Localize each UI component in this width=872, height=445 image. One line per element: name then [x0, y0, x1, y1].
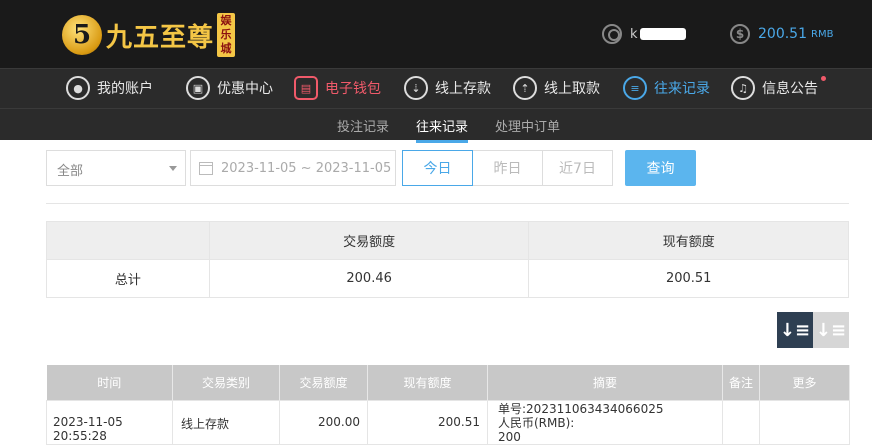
date-range-input[interactable]: 2023-11-05 ~ 2023-11-05	[190, 150, 396, 186]
user-icon: ●	[66, 76, 90, 100]
cell-note	[722, 399, 760, 445]
column-header-balance[interactable]: 现有额度	[367, 365, 488, 400]
gift-icon: ▣	[186, 76, 210, 100]
cell-category: 线上存款	[172, 399, 280, 445]
today-button[interactable]: 今日	[402, 150, 473, 186]
withdraw-icon: ⇡	[513, 76, 537, 100]
calendar-icon	[199, 161, 213, 175]
column-header-time[interactable]: 时间	[46, 365, 173, 400]
sort-asc-icon[interactable]: ↓≡	[813, 312, 849, 348]
summary-header-cell	[46, 221, 210, 260]
balance-unit: RMB	[811, 28, 834, 40]
nav-item-e-wallet[interactable]: ▤ 电子钱包	[294, 76, 381, 100]
notification-dot	[821, 76, 826, 81]
summary-value: 200	[498, 429, 521, 444]
chevron-down-icon	[169, 166, 177, 171]
username: k	[630, 26, 638, 42]
type-select[interactable]: 全部	[46, 150, 186, 186]
records-icon: ≡	[623, 76, 647, 100]
nav-item-label: 线上存款	[435, 81, 491, 97]
wallet-icon: ▤	[294, 76, 318, 100]
date-range-value: 2023-11-05 ~ 2023-11-05	[221, 160, 392, 176]
summary-amount: 200.46	[208, 259, 530, 298]
cell-summary: 单号:202311063434066025 人民币(RMB): 200	[487, 399, 723, 445]
tab-pending-orders[interactable]: 处理中订单	[495, 116, 560, 135]
records-header-row: 时间 交易类别 交易额度 现有额度 摘要 备注 更多	[46, 365, 850, 400]
cell-amount: 200.00	[279, 399, 368, 445]
column-header-summary[interactable]: 摘要	[487, 365, 723, 400]
cell-balance: 200.51	[367, 399, 488, 445]
summary-table: 交易额度 现有额度 总计 200.46 200.51	[46, 221, 849, 298]
query-button[interactable]: 查询	[625, 150, 696, 186]
brand-logo[interactable]: 5 九五至尊 娱乐城	[62, 12, 236, 58]
nav-item-label: 我的账户	[97, 81, 153, 97]
logo-mark: 5	[62, 15, 102, 55]
type-select-value: 全部	[57, 164, 84, 179]
nav-item-announcements[interactable]: ♫ 信息公告	[731, 76, 826, 100]
user-info[interactable]: k	[602, 24, 686, 44]
dollar-icon: $	[730, 24, 750, 44]
nav-item-label: 往来记录	[654, 81, 710, 97]
tab-transaction-records[interactable]: 往来记录	[416, 116, 469, 143]
last-7-days-button[interactable]: 近7日	[542, 150, 613, 186]
balance-value: 200.51	[758, 26, 807, 42]
column-header-more[interactable]: 更多	[759, 365, 850, 400]
user-icon	[602, 24, 622, 44]
balance-info: $ 200.51 RMB	[730, 24, 833, 44]
nav-item-online-withdraw[interactable]: ⇡ 线上取款	[513, 76, 600, 100]
tab-bet-records[interactable]: 投注记录	[337, 116, 389, 135]
summary-header-row: 交易额度 现有额度	[46, 221, 849, 260]
summary-order-no: 单号:202311063434066025	[498, 401, 664, 416]
nav-item-label: 线上取款	[544, 81, 600, 97]
username-redaction	[639, 28, 686, 40]
nav-item-label: 电子钱包	[325, 81, 381, 97]
records-table: 时间 交易类别 交易额度 现有额度 摘要 备注 更多 2023-11-05 20…	[46, 365, 850, 445]
summary-label: 总计	[46, 259, 210, 298]
logo-text: 九五至尊	[106, 22, 215, 53]
sort-buttons: ↓≡ ↓≡	[777, 312, 849, 348]
nav-item-my-account[interactable]: ● 我的账户	[66, 76, 153, 100]
summary-header-cell: 现有额度	[528, 221, 849, 260]
summary-currency: 人民币(RMB):	[498, 415, 575, 430]
divider	[46, 203, 849, 204]
logo-tag: 娱乐城	[217, 13, 236, 57]
deposit-icon: ⇣	[404, 76, 428, 100]
summary-header-cell: 交易额度	[208, 221, 530, 260]
table-row: 2023-11-05 20:55:28 线上存款 200.00 200.51 单…	[46, 399, 850, 445]
top-bar: 5 九五至尊 娱乐城 k $ 200.51 RMB	[0, 0, 872, 68]
column-header-category[interactable]: 交易类别	[172, 365, 280, 400]
column-header-amount[interactable]: 交易额度	[279, 365, 368, 400]
sort-desc-icon[interactable]: ↓≡	[777, 312, 813, 348]
cell-more[interactable]	[759, 399, 850, 445]
main-nav: ● 我的账户 ▣ 优惠中心 ▤ 电子钱包 ⇣ 线上存款 ⇡ 线上取款 ≡ 往来记…	[0, 68, 872, 108]
cell-time: 2023-11-05 20:55:28	[46, 399, 173, 445]
nav-item-online-deposit[interactable]: ⇣ 线上存款	[404, 76, 491, 100]
day-range-buttons: 今日 昨日 近7日	[402, 150, 613, 186]
column-header-note[interactable]: 备注	[722, 365, 760, 400]
summary-row: 总计 200.46 200.51	[46, 259, 849, 298]
yesterday-button[interactable]: 昨日	[472, 150, 543, 186]
nav-item-records[interactable]: ≡ 往来记录	[623, 76, 710, 100]
nav-item-label: 信息公告	[762, 81, 818, 97]
nav-item-label: 优惠中心	[217, 81, 273, 97]
summary-balance: 200.51	[528, 259, 849, 298]
nav-item-promotions[interactable]: ▣ 优惠中心	[186, 76, 273, 100]
sub-nav: 投注记录 往来记录 处理中订单	[0, 108, 872, 143]
bell-icon: ♫	[731, 76, 755, 100]
